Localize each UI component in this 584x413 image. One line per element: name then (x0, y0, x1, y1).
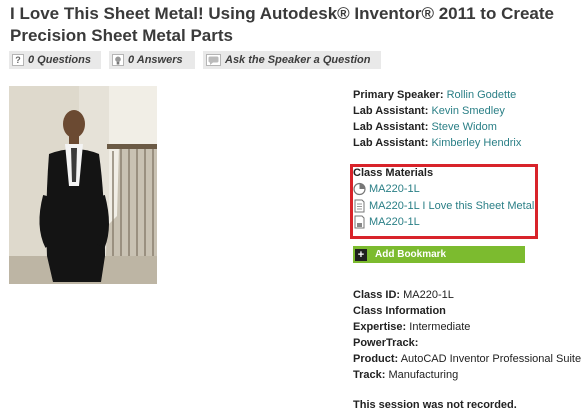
questions-button[interactable]: ? 0 Questions (9, 51, 101, 69)
lab-assistant-row: Lab Assistant: Steve Widom (353, 119, 521, 135)
speaker-photo (9, 86, 157, 284)
document-icon (354, 199, 365, 213)
file-icon (354, 215, 365, 229)
lightbulb-icon (112, 54, 124, 66)
lab-assistant-link[interactable]: Steve Widom (431, 121, 496, 133)
lab-assistant-link[interactable]: Kimberley Hendrix (431, 137, 521, 149)
questions-label: 0 Questions (28, 54, 91, 66)
powertrack-label: PowerTrack: (353, 337, 419, 349)
people-list: Primary Speaker: Rollin Godette Lab Assi… (353, 87, 521, 151)
track-label: Track: (353, 369, 386, 381)
class-materials-title: Class Materials (353, 167, 434, 179)
class-info: Class ID: MA220-1L Class Information Exp… (353, 287, 581, 383)
powertrack-row: PowerTrack: (353, 335, 581, 351)
lab-assistant-label: Lab Assistant: (353, 137, 429, 149)
expertise-label: Expertise: (353, 321, 407, 333)
material-label: MA220-1L (369, 183, 420, 195)
recording-note: This session was not recorded. (353, 399, 517, 411)
plus-icon: + (355, 248, 367, 261)
add-bookmark-label: Add Bookmark (375, 249, 447, 260)
primary-speaker-row: Primary Speaker: Rollin Godette (353, 87, 521, 103)
speech-bubble-icon (206, 54, 221, 66)
expertise-value: Intermediate (409, 321, 471, 333)
page-title-line1: I Love This Sheet Metal! Using Autodesk®… (10, 4, 554, 23)
primary-speaker-label: Primary Speaker: (353, 89, 444, 101)
class-information-heading-text: Class Information (353, 305, 446, 317)
expertise-row: Expertise: Intermediate (353, 319, 581, 335)
material-link[interactable]: MA220-1L I Love this Sheet Metal (353, 199, 534, 213)
ask-speaker-button[interactable]: Ask the Speaker a Question (203, 51, 381, 69)
lab-assistant-row: Lab Assistant: Kevin Smedley (353, 103, 521, 119)
track-value: Manufacturing (388, 369, 459, 381)
class-id-label: Class ID: (353, 289, 401, 301)
material-label: MA220-1L I Love this Sheet Metal (369, 200, 535, 212)
material-link[interactable]: MA220-1L (353, 182, 420, 196)
track-row: Track: Manufacturing (353, 367, 581, 383)
lab-assistant-label: Lab Assistant: (353, 105, 429, 117)
material-link[interactable]: MA220-1L (353, 215, 420, 229)
add-bookmark-button[interactable]: + Add Bookmark (353, 246, 525, 263)
page-title: I Love This Sheet Metal! Using Autodesk®… (10, 3, 584, 47)
product-label: Product: (353, 353, 399, 365)
material-label: MA220-1L (369, 216, 420, 228)
ask-speaker-label: Ask the Speaker a Question (225, 54, 371, 66)
question-icon: ? (12, 54, 24, 66)
lab-assistant-row: Lab Assistant: Kimberley Hendrix (353, 135, 521, 151)
answers-button[interactable]: 0 Answers (109, 51, 195, 69)
primary-speaker-link[interactable]: Rollin Godette (447, 89, 517, 101)
page-title-line2: Precision Sheet Metal Parts (10, 26, 233, 45)
pie-chart-icon (353, 182, 366, 196)
lab-assistant-link[interactable]: Kevin Smedley (431, 105, 504, 117)
answers-label: 0 Answers (128, 54, 183, 66)
lab-assistant-label: Lab Assistant: (353, 121, 429, 133)
product-row: Product: AutoCAD Inventor Professional S… (353, 351, 581, 367)
class-id-row: Class ID: MA220-1L (353, 287, 581, 303)
class-id-value: MA220-1L (403, 289, 454, 301)
class-information-heading: Class Information (353, 303, 581, 319)
product-value: AutoCAD Inventor Professional Suite (400, 353, 582, 365)
